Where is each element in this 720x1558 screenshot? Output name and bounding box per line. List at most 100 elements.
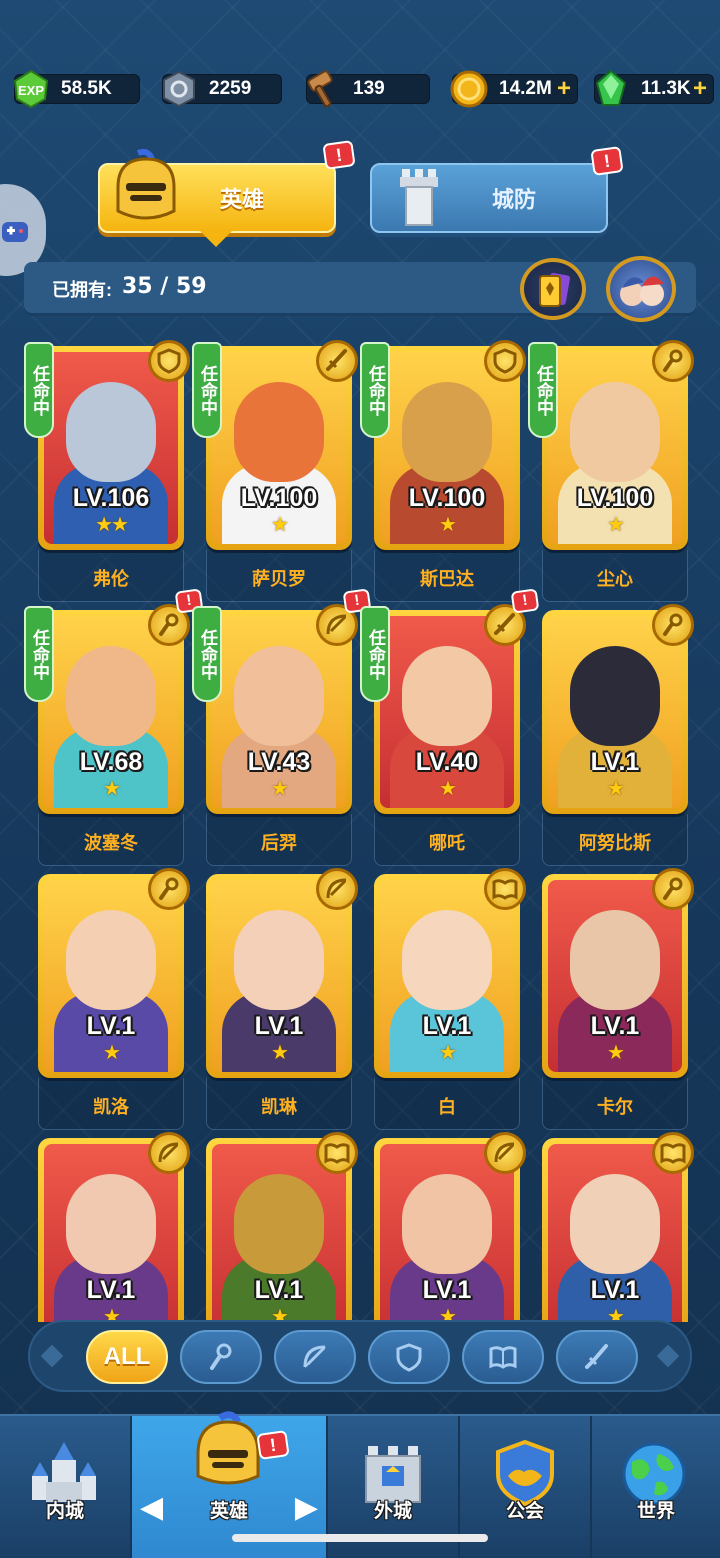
filter-all-button[interactable]: ALL [86,1330,168,1384]
hero-stars: ★ [607,778,625,800]
filter-bow-button[interactable] [274,1330,356,1384]
hero-stars: ★ [271,1042,289,1064]
hero-level: LV.100 [576,484,654,512]
mission-tag: 任命中 [24,342,54,438]
mission-tag: 任命中 [192,606,222,702]
nav-world[interactable]: 世界 [592,1416,720,1558]
hero-level: LV.1 [254,1012,304,1040]
filter-staff-button[interactable] [180,1330,262,1384]
hero-level: LV.106 [72,484,150,512]
hero-alert-badge: ! [510,588,540,614]
hero-name: 后羿 [206,814,352,866]
hero-face [570,646,660,746]
nav-world-label: 世界 [636,1501,675,1522]
filter-shield-button[interactable] [368,1330,450,1384]
bow-icon [326,614,347,635]
book-icon [492,879,518,900]
staff-class-badge [148,868,190,910]
filter-sword-button[interactable] [556,1330,638,1384]
hero-name: 白 [374,1078,520,1130]
filter-scroll-right-icon[interactable] [656,1344,680,1368]
hero-name: 凯洛 [38,1078,184,1130]
hero-face [570,382,660,482]
class-filter-bar: ALL [28,1320,692,1392]
mission-tag: 任命中 [192,342,222,438]
hero-name: 阿努比斯 [542,814,688,866]
hero-face [234,1174,324,1274]
hero-card[interactable]: LV.40 ★ 任命中! [360,588,540,814]
book-icon [324,1143,350,1164]
hero-level: LV.1 [254,1276,304,1304]
hero-card[interactable]: LV.1 ★ [542,604,694,814]
nav-inner-city-label: 内城 [45,1501,84,1522]
hero-stars: ★ [607,1042,625,1064]
sword-class-badge [316,340,358,382]
shield-icon [396,1343,422,1372]
hero-stars: ★ [103,1042,121,1064]
hero-card[interactable]: LV.100 ★ 任命中 [192,340,358,550]
hero-card[interactable]: LV.106 ★★ 任命中 [24,340,190,550]
shield-class-badge [484,340,526,382]
bow-icon [494,1142,515,1163]
staff-icon [663,877,683,900]
hero-face [570,1174,660,1274]
hero-card[interactable]: LV.1 ★ [542,868,694,1078]
hero-name: 波塞冬 [38,814,184,866]
filter-scroll-left-icon[interactable] [40,1344,64,1368]
shield-icon [493,348,517,374]
hero-face [234,382,324,482]
book-icon [660,1143,686,1164]
hero-card[interactable]: LV.1 ★ [206,868,358,1078]
nav-next-arrow[interactable]: ▶ [295,1490,318,1525]
home-indicator[interactable] [232,1534,488,1542]
bow-class-badge [484,1132,526,1174]
hero-level: LV.1 [590,748,640,776]
book-class-badge [484,868,526,910]
hero-card[interactable]: LV.100 ★ 任命中 [528,340,694,550]
staff-icon [210,1343,232,1370]
filter-book-button[interactable] [462,1330,544,1384]
hero-card[interactable]: LV.1 ★ [374,1132,526,1322]
hero-level: LV.100 [408,484,486,512]
hero-stars: ★ [439,1042,457,1064]
hero-face [66,382,156,482]
hero-name: 斯巴达 [374,550,520,602]
bow-icon [303,1345,326,1368]
mission-tag: 任命中 [24,606,54,702]
staff-icon [663,613,683,636]
hero-face [402,382,492,482]
hero-card[interactable]: LV.1 ★ [374,868,526,1078]
hero-level: LV.40 [415,748,479,776]
staff-class-badge [652,340,694,382]
hero-card[interactable]: LV.1 ★ [206,1132,358,1322]
nav-heroes-alert-badge: ! [256,1430,290,1460]
hero-card[interactable]: LV.100 ★ 任命中 [360,340,526,550]
mission-tag: 任命中 [360,606,390,702]
hero-level: LV.1 [86,1276,136,1304]
hero-level: LV.43 [247,748,311,776]
hero-name: 弗伦 [38,550,184,602]
book-icon [489,1346,517,1369]
hero-card[interactable]: LV.1 ★ [38,1132,190,1322]
bow-class-badge [316,868,358,910]
hero-face [234,646,324,746]
hero-card[interactable]: LV.68 ★ 任命中! [24,588,204,814]
helmet-icon [196,1411,260,1485]
bow-icon [326,878,347,899]
hero-stars: ★ [103,778,121,800]
hero-card[interactable]: LV.43 ★ 任命中! [192,588,372,814]
hero-stars: ★★ [95,514,129,536]
book-class-badge [652,1132,694,1174]
hero-level: LV.1 [422,1012,472,1040]
hero-card[interactable]: LV.1 ★ [38,868,190,1078]
hero-stars: ★ [271,514,289,536]
hero-name: 凯琳 [206,1078,352,1130]
hero-card[interactable]: LV.1 ★ [542,1132,694,1322]
nav-inner-city[interactable]: 内城 [0,1416,130,1558]
sword-icon [494,613,515,635]
hero-stars: ★ [271,778,289,800]
sword-icon [326,349,347,371]
mission-tag: 任命中 [528,342,558,438]
hero-level: LV.1 [422,1276,472,1304]
hero-level: LV.1 [590,1012,640,1040]
